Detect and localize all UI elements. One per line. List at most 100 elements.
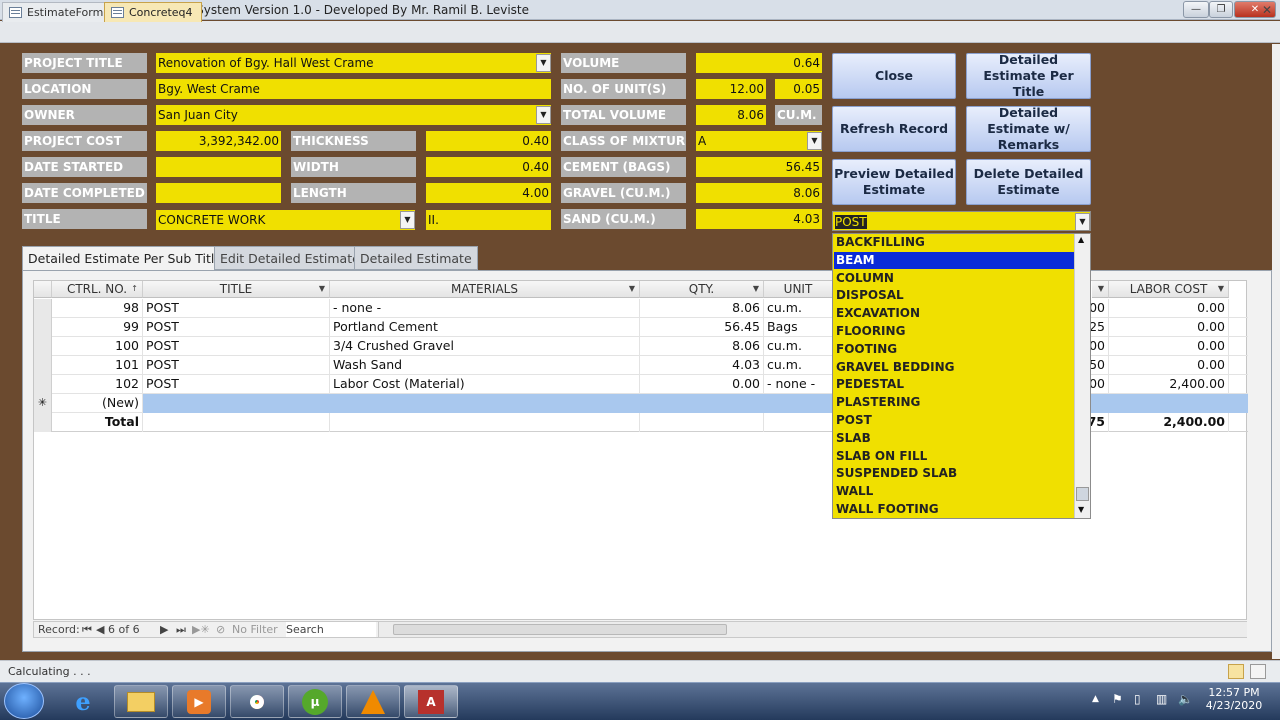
refresh-record-button[interactable]: Refresh Record xyxy=(832,106,956,152)
dropdown-option[interactable]: SUSPENDED SLAB xyxy=(834,465,1075,482)
no-of-units-field[interactable]: 12.00 xyxy=(696,79,766,99)
start-button-icon[interactable] xyxy=(4,683,44,719)
qty-cell[interactable]: 0.00 xyxy=(640,375,764,394)
tab-concreteq4[interactable]: Concreteq4 xyxy=(104,2,202,22)
tab-detailed-estimate-per-sub-title[interactable]: Detailed Estimate Per Sub Title xyxy=(22,246,229,271)
unit-cell[interactable]: cu.m. xyxy=(764,299,833,318)
previous-record-icon[interactable]: ◀ xyxy=(96,622,104,637)
qty-cell[interactable]: 8.06 xyxy=(640,299,764,318)
dropdown-option[interactable]: FLOORING xyxy=(834,323,1075,340)
unit-cell[interactable]: cu.m. xyxy=(764,337,833,356)
column-header-ctrl-no[interactable]: CTRL. NO. ↑ xyxy=(52,281,143,298)
system-clock[interactable]: 12:57 PM 4/23/2020 xyxy=(1200,686,1268,712)
thickness-field[interactable]: 0.40 xyxy=(426,131,551,151)
title-cell[interactable]: POST xyxy=(143,375,330,394)
dropdown-option[interactable]: COLUMN xyxy=(834,270,1075,287)
labor-cost-cell[interactable]: 0.00 xyxy=(1109,299,1229,318)
next-record-icon[interactable]: ▶ xyxy=(160,622,168,637)
first-record-icon[interactable]: ⏮ xyxy=(82,622,92,637)
action-center-flag-icon[interactable]: ⚑ xyxy=(1112,692,1123,706)
record-position-field[interactable]: 6 of 6 xyxy=(108,622,140,637)
ctrl-no-cell[interactable]: 102 xyxy=(52,375,143,394)
chevron-down-icon[interactable]: ▼ xyxy=(807,132,822,150)
title-cell[interactable]: POST xyxy=(143,356,330,375)
labor-cost-cell[interactable]: 0.00 xyxy=(1109,337,1229,356)
dropdown-option[interactable]: EXCAVATION xyxy=(834,305,1075,322)
dropdown-option[interactable]: PLASTERING xyxy=(834,394,1075,411)
chevron-down-icon[interactable]: ▼ xyxy=(629,281,635,297)
materials-cell[interactable]: Labor Cost (Material) xyxy=(330,375,640,394)
dropdown-scrollbar[interactable]: ▲ ▼ xyxy=(1074,234,1090,518)
qty-cell[interactable]: 8.06 xyxy=(640,337,764,356)
no-filter-button[interactable]: No Filter xyxy=(232,622,278,637)
project-cost-field[interactable]: 3,392,342.00 xyxy=(156,131,281,151)
row-selector[interactable] xyxy=(34,299,52,318)
dropdown-option[interactable]: WALL xyxy=(834,483,1075,500)
column-header-labor-cost[interactable]: LABOR COST ▼ xyxy=(1109,281,1229,298)
device-icon[interactable]: ▯ xyxy=(1134,692,1141,706)
title-cell[interactable]: POST xyxy=(143,318,330,337)
scroll-up-icon[interactable]: ▲ xyxy=(1078,235,1084,244)
chevron-down-icon[interactable]: ▼ xyxy=(400,211,415,229)
dropdown-option[interactable]: SLAB xyxy=(834,430,1075,447)
item-combo[interactable]: POST ▼ xyxy=(832,211,1091,231)
show-hidden-icons-icon[interactable]: ▲ xyxy=(1092,694,1099,704)
chevron-down-icon[interactable]: ▼ xyxy=(536,106,551,124)
class-of-mixture-combo[interactable]: A ▼ xyxy=(696,131,822,151)
close-button[interactable]: Close xyxy=(832,53,956,99)
vlc-icon[interactable] xyxy=(346,685,400,718)
column-header-qty[interactable]: QTY. ▼ xyxy=(640,281,764,298)
title-cell[interactable]: POST xyxy=(143,299,330,318)
chevron-down-icon[interactable]: ▼ xyxy=(536,54,551,72)
chevron-down-icon[interactable]: ▼ xyxy=(1218,281,1224,297)
tab-detailed-estimate[interactable]: Detailed Estimate xyxy=(354,246,478,270)
dropdown-option[interactable]: BEAM xyxy=(834,251,1075,269)
tab-estimateform[interactable]: EstimateForm xyxy=(2,2,113,22)
gravel-field[interactable]: 8.06 xyxy=(696,183,822,203)
unit-factor-field[interactable]: 0.05 xyxy=(775,79,822,99)
date-completed-field[interactable] xyxy=(156,183,281,203)
materials-cell[interactable]: Portland Cement xyxy=(330,318,640,337)
file-explorer-icon[interactable] xyxy=(114,685,168,718)
labor-cost-cell[interactable]: 0.00 xyxy=(1109,318,1229,337)
column-header-title[interactable]: TITLE ▼ xyxy=(143,281,330,298)
tab-edit-detailed-estimate[interactable]: Edit Detailed Estimate xyxy=(214,246,366,270)
title-number-field[interactable]: II. xyxy=(426,210,551,230)
qty-cell[interactable]: 4.03 xyxy=(640,356,764,375)
materials-cell[interactable]: Wash Sand xyxy=(330,356,640,375)
width-field[interactable]: 0.40 xyxy=(426,157,551,177)
scrollbar-thumb[interactable] xyxy=(393,624,727,635)
new-record-nav-icon[interactable]: ▶✳ xyxy=(192,622,210,637)
column-header-unit[interactable]: UNIT xyxy=(764,281,833,298)
location-field[interactable]: Bgy. West Crame xyxy=(156,79,551,99)
date-started-field[interactable] xyxy=(156,157,281,177)
row-selector[interactable] xyxy=(34,375,52,394)
close-document-icon[interactable]: ✕ xyxy=(1262,3,1272,17)
dropdown-option[interactable]: WALL FOOTING xyxy=(834,501,1075,518)
unit-cell[interactable]: Bags xyxy=(764,318,833,337)
total-volume-field[interactable]: 8.06 xyxy=(696,105,766,125)
select-all-corner[interactable] xyxy=(34,281,52,298)
datasheet-view-icon[interactable] xyxy=(1250,664,1266,679)
project-title-combo[interactable]: Renovation of Bgy. Hall West Crame ▼ xyxy=(156,53,551,73)
owner-combo[interactable]: San Juan City ▼ xyxy=(156,105,551,125)
title-combo[interactable]: CONCRETE WORK ▼ xyxy=(156,210,415,230)
unit-cell[interactable]: - none - xyxy=(764,375,833,394)
volume-field[interactable]: 0.64 xyxy=(696,53,822,73)
chevron-down-icon[interactable]: ▼ xyxy=(1075,213,1090,230)
last-record-icon[interactable]: ⏭ xyxy=(176,622,186,637)
volume-icon[interactable]: 🔈 xyxy=(1178,692,1193,706)
length-field[interactable]: 4.00 xyxy=(426,183,551,203)
internet-explorer-icon[interactable]: e xyxy=(56,685,110,718)
dropdown-option[interactable]: PEDESTAL xyxy=(834,376,1075,393)
sand-field[interactable]: 4.03 xyxy=(696,209,822,229)
delete-detailed-estimate-button[interactable]: Delete Detailed Estimate xyxy=(966,159,1091,205)
row-selector[interactable] xyxy=(34,318,52,337)
unit-cell[interactable]: cu.m. xyxy=(764,356,833,375)
qty-cell[interactable]: 56.45 xyxy=(640,318,764,337)
access-taskbar-icon[interactable]: A xyxy=(404,685,458,718)
new-record-label[interactable]: (New) xyxy=(52,394,143,413)
dropdown-option[interactable]: FOOTING xyxy=(834,341,1075,358)
materials-cell[interactable]: 3/4 Crushed Gravel xyxy=(330,337,640,356)
row-selector[interactable] xyxy=(34,337,52,356)
